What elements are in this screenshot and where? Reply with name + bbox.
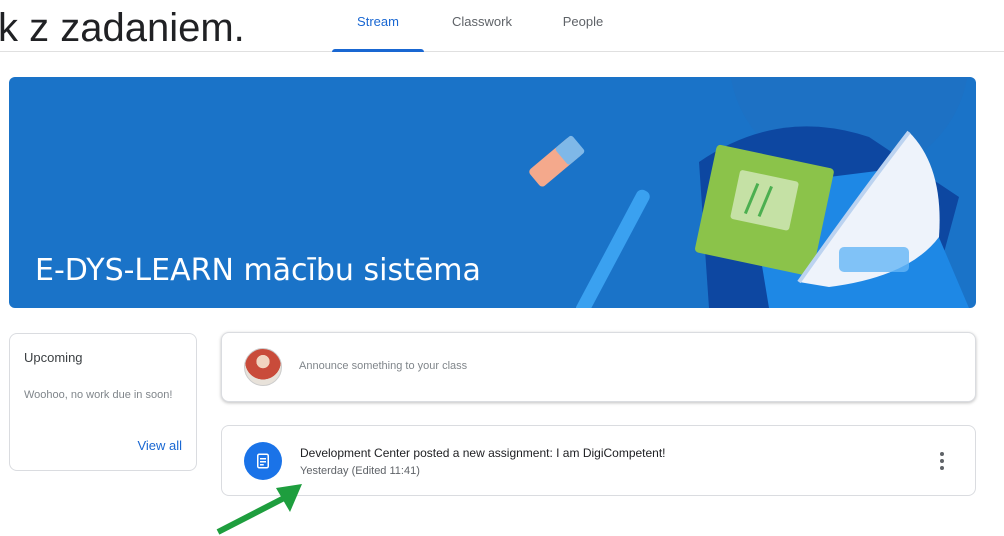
upcoming-title: Upcoming <box>24 350 83 365</box>
tab-stream[interactable]: Stream <box>332 0 424 52</box>
top-navigation-bar: Stream Classwork People <box>0 0 1004 52</box>
user-avatar <box>244 348 282 386</box>
tab-classwork[interactable]: Classwork <box>440 0 524 52</box>
announce-input[interactable]: Announce something to your class <box>299 360 467 372</box>
post-headline[interactable]: Development Center posted a new assignme… <box>300 446 666 460</box>
post-timestamp: Yesterday (Edited 11:41) <box>300 465 420 477</box>
upcoming-message: Woohoo, no work due in soon! <box>24 389 173 401</box>
upcoming-card: Upcoming Woohoo, no work due in soon! Vi… <box>9 333 197 471</box>
class-title: E-DYS-LEARN mācību sistēma <box>35 253 481 288</box>
assignment-icon <box>244 442 282 480</box>
view-all-link[interactable]: View all <box>137 438 182 453</box>
more-options-icon[interactable] <box>939 452 945 472</box>
assignment-post[interactable]: Development Center posted a new assignme… <box>221 425 976 496</box>
tab-people[interactable]: People <box>546 0 620 52</box>
annotation-arrow-icon <box>216 484 302 535</box>
class-banner: E-DYS-LEARN mācību sistēma <box>9 77 976 308</box>
announce-box[interactable]: Announce something to your class <box>221 332 976 402</box>
